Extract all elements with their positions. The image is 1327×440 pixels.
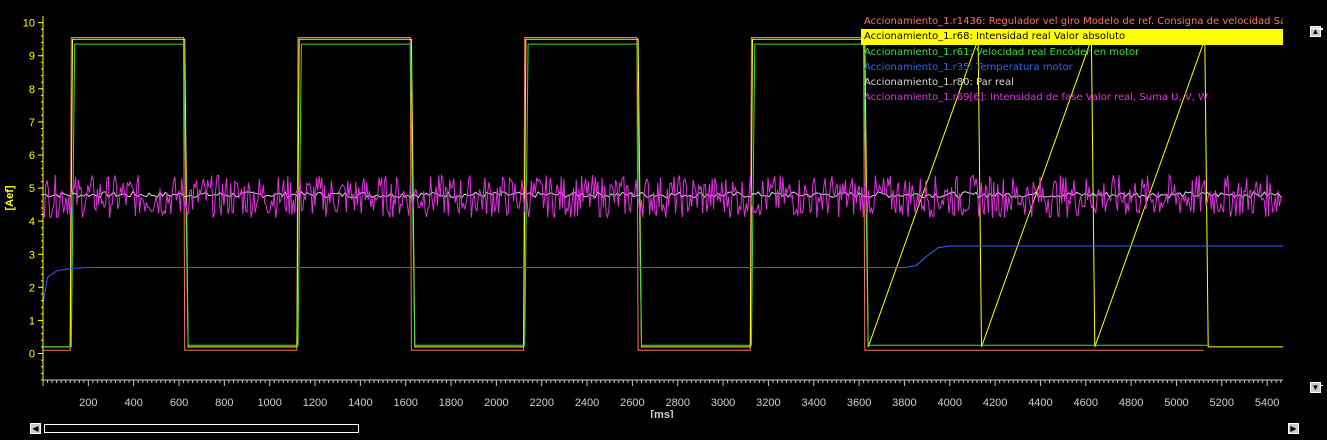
x-axis-label: [ms]	[650, 409, 674, 418]
y-tick-label: 5	[29, 183, 35, 195]
x-tick-label: 3000	[711, 397, 735, 409]
y-tick-label: 6	[29, 150, 35, 162]
x-tick-label: 5200	[1210, 397, 1234, 409]
legend-entry-1[interactable]: Accionamiento_1.r1436: Regulador vel gir…	[861, 14, 1283, 29]
x-tick-label: 800	[215, 397, 233, 409]
x-tick-label: 1600	[393, 397, 417, 409]
x-tick-label: 3400	[802, 397, 826, 409]
x-tick-label: 1200	[303, 397, 327, 409]
x-tick-label: 3200	[756, 397, 780, 409]
x-tick-label: 600	[170, 397, 188, 409]
y-tick-label: 7	[29, 117, 35, 129]
y-tick-label: 1	[29, 315, 35, 327]
x-tick-label: 2800	[665, 397, 689, 409]
x-tick-label: 400	[124, 397, 142, 409]
x-tick-label: 3800	[892, 397, 916, 409]
y-tick-label: 8	[29, 84, 35, 96]
x-tick-label: 2600	[620, 397, 644, 409]
x-tick-label: 4200	[983, 397, 1007, 409]
y-tick-label: 9	[29, 51, 35, 63]
scroll-down-button[interactable]: ▼	[1310, 382, 1321, 393]
x-tick-label: 4400	[1028, 397, 1052, 409]
y-tick-label: 3	[29, 249, 35, 261]
x-tick-label: 4000	[938, 397, 962, 409]
legend-entry-2[interactable]: Accionamiento_1.r68: Intensidad real Val…	[861, 29, 1283, 45]
x-tick-label: 4800	[1119, 397, 1143, 409]
x-tick-label: 2000	[484, 397, 508, 409]
y-axis-label: [Aef]	[4, 185, 16, 210]
horizontal-scrollbar[interactable]: ◀ ▶	[0, 418, 1327, 440]
scroll-left-button[interactable]: ◀	[30, 423, 41, 434]
x-tick-label: 1000	[257, 397, 281, 409]
y-tick-label: 4	[29, 216, 35, 228]
scroll-right-button[interactable]: ▶	[1288, 423, 1299, 434]
x-tick-label: 1400	[348, 397, 372, 409]
legend-entry-6[interactable]: Accionamiento_1.r69[6]: Intensidad de fa…	[861, 90, 1283, 105]
legend-entry-3[interactable]: Accionamiento_1.r61: Velocidad real Encó…	[861, 45, 1283, 60]
y-tick-label: 0	[29, 349, 35, 361]
x-tick-label: 1800	[439, 397, 463, 409]
legend-entry-5[interactable]: Accionamiento_1.r80: Par real	[861, 75, 1283, 90]
x-tick-label: 200	[79, 397, 97, 409]
x-tick-label: 5000	[1164, 397, 1188, 409]
x-tick-label: 4600	[1074, 397, 1098, 409]
vertical-scrollbar[interactable]: ▲ ▼	[1308, 16, 1327, 393]
x-tick-label: 2400	[575, 397, 599, 409]
y-tick-label: 2	[29, 282, 35, 294]
legend: Accionamiento_1.r1436: Regulador vel gir…	[861, 14, 1283, 106]
vertical-scroll-thumb[interactable]	[1311, 28, 1323, 386]
x-tick-label: 3600	[847, 397, 871, 409]
x-tick-label: 2200	[529, 397, 553, 409]
x-tick-label: 5400	[1255, 397, 1279, 409]
y-tick-label: 10	[23, 18, 35, 30]
horizontal-scroll-thumb[interactable]	[44, 424, 359, 433]
legend-entry-4[interactable]: Accionamiento_1.r35: Temperatura motor	[861, 60, 1283, 75]
